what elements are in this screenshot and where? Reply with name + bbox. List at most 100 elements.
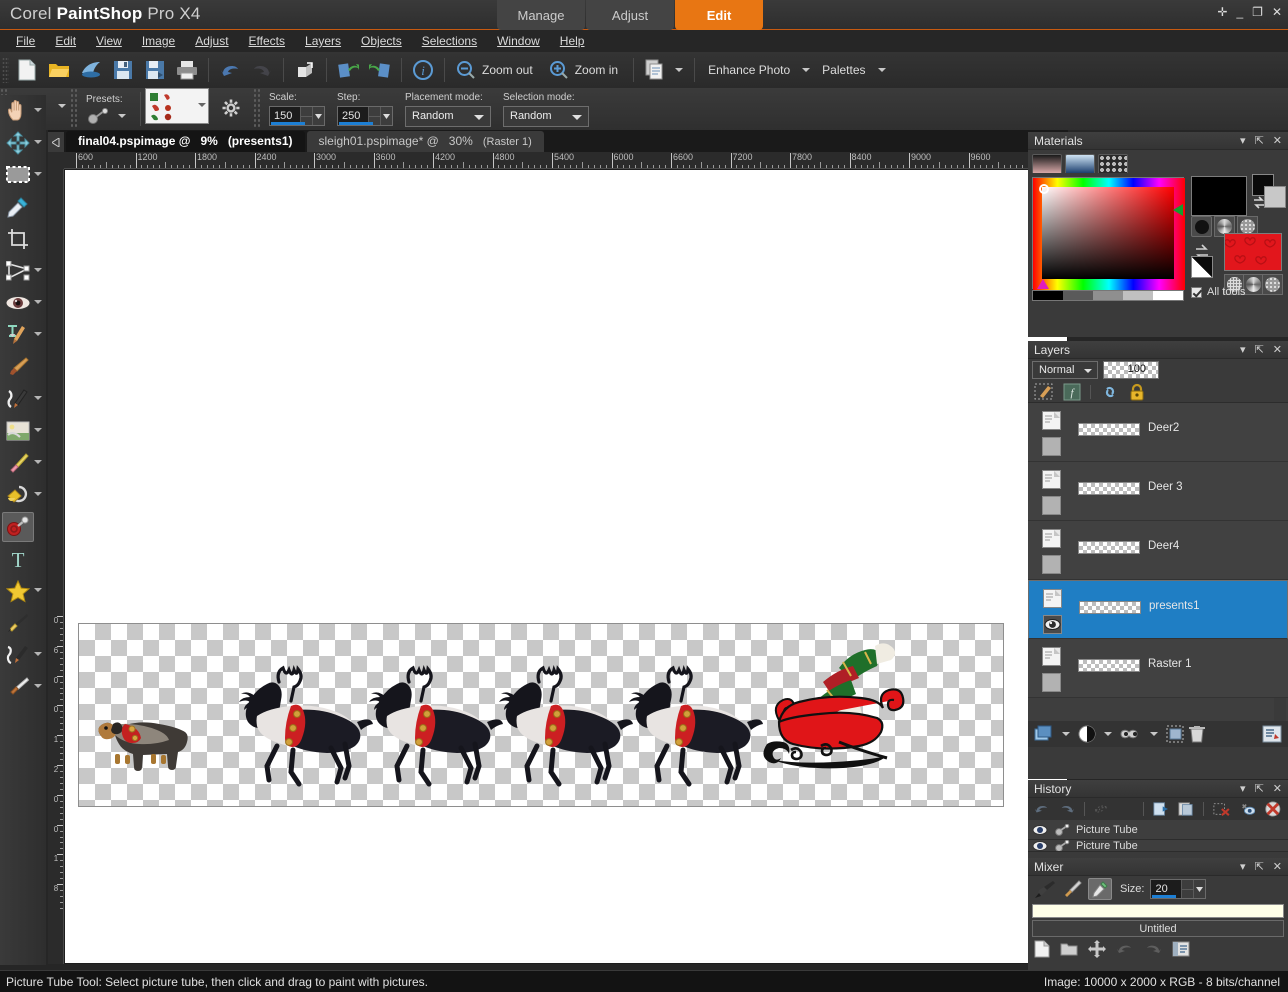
resize-button[interactable] [289,54,321,86]
tool-smudge-chevron-down-icon[interactable] [34,396,42,400]
tool-perspective-chevron-down-icon[interactable] [34,268,42,272]
open-button[interactable] [43,54,75,86]
tool-selection-chevron-down-icon[interactable] [34,172,42,176]
new-image-button[interactable] [11,54,43,86]
layer-visibility-toggle[interactable] [1043,615,1062,634]
tool-shape[interactable] [0,575,46,607]
mixer-properties-icon[interactable] [1172,941,1190,957]
mixer-open-page-icon[interactable] [1060,941,1078,957]
blend-mode-select[interactable]: Normal [1032,361,1098,379]
layer-properties-icon[interactable] [1262,725,1282,743]
print-button[interactable] [171,54,203,86]
mixer-size-down[interactable] [1182,890,1193,899]
layer-visibility-toggle[interactable] [1042,673,1061,692]
mixer-size-dropdown[interactable] [1193,880,1206,898]
palettes-chevron-down-icon[interactable] [877,68,886,72]
enhance-photo-button[interactable]: Enhance Photo [700,63,816,77]
step-spin-up[interactable] [369,107,380,117]
workspace-tab-adjust[interactable]: Adjust [586,0,674,30]
tool-dropper[interactable] [0,191,46,223]
mixer-pin-icon[interactable]: ⇱ [1255,860,1264,873]
swap-colors-icon[interactable] [1252,196,1266,210]
foreground-swatch[interactable] [1191,176,1247,216]
history-undo-icon[interactable] [1034,802,1050,816]
all-tools-checkbox[interactable] [1191,286,1202,298]
menu-effects[interactable]: Effects [239,32,295,50]
layer-mask-icon[interactable] [1034,383,1054,401]
image-sheet[interactable] [65,170,1067,963]
tool-pan[interactable] [0,95,46,127]
link-chain-icon[interactable] [1100,384,1120,400]
merge-layers-icon[interactable] [1166,725,1184,743]
layer-row[interactable]: Raster 1 [1028,639,1288,698]
save-as-button[interactable] [139,54,171,86]
scale-spin-down[interactable] [301,117,312,126]
history-visibility-eye-icon[interactable] [1032,824,1048,836]
new-raster-layer-icon[interactable] [1034,725,1054,743]
layer-visibility-toggle[interactable] [1042,437,1061,456]
adjustment-layer-icon[interactable] [1078,725,1096,743]
palettes-button[interactable]: Palettes [816,63,891,77]
tool-text[interactable]: T [0,543,46,575]
layer-row[interactable]: Deer4 [1028,521,1288,580]
restore-icon[interactable]: ❐ [1252,6,1263,18]
canvas-area[interactable]: 600 1200 1800 2400 3000 3600 4200 4800 5400 6000 6… [48,152,1068,964]
mixer-new-page-icon[interactable] [1034,940,1050,958]
background-mini-swatch[interactable] [1264,186,1286,208]
mixer-redo-icon[interactable] [1144,942,1162,956]
menu-adjust[interactable]: Adjust [185,32,238,50]
tool-red-eye[interactable] [0,287,46,319]
pan-tool-chevron-down-icon[interactable] [58,104,66,108]
document-tab-sleigh01[interactable]: sleigh01.pspimage* @ 30% (Raster 1) [306,131,544,152]
layer-visibility-toggle[interactable] [1042,496,1061,515]
materials-pin-icon[interactable]: ⇱ [1255,134,1264,147]
tool-mesh-warp[interactable] [0,671,46,703]
menu-image[interactable]: Image [132,32,185,50]
new-layer-chevron-down-icon[interactable] [1062,732,1070,736]
duplicate-button[interactable] [639,54,689,86]
menu-layers[interactable]: Layers [295,32,351,50]
tool-picture-tube[interactable] [0,415,46,447]
tool-tube-active[interactable] [0,511,46,543]
lock-icon[interactable] [1129,383,1145,401]
minimize-icon[interactable]: _ [1236,6,1243,18]
tool-mesh-warp-chevron-down-icon[interactable] [34,684,42,688]
menu-view[interactable]: View [86,32,132,50]
transparent-image-band[interactable] [78,623,1004,807]
preset-icon[interactable] [86,108,112,124]
menu-edit[interactable]: Edit [45,32,86,50]
scale-spin-up[interactable] [301,107,312,117]
menu-file[interactable]: File [6,32,45,50]
presets-grip[interactable] [70,88,78,128]
materials-tab-rainbow[interactable] [1065,154,1095,173]
rotate-left-button[interactable] [332,54,364,86]
layer-effects-icon[interactable]: f [1063,383,1081,401]
browse-button[interactable] [75,54,107,86]
mixer-size-spin-buttons[interactable] [1181,880,1194,899]
bw-swatch[interactable] [1191,256,1213,278]
tool-pen[interactable] [0,607,46,639]
mixer-brush-icon[interactable] [1034,879,1056,899]
mixer-undo-icon[interactable] [1116,942,1134,956]
history-visibility-eye-icon-2[interactable] [1032,840,1048,852]
undo-button[interactable] [214,54,246,86]
step-spin-down[interactable] [369,117,380,126]
help-grid-icon[interactable]: ✛ [1217,6,1227,18]
adjustment-chevron-down-icon[interactable] [1104,732,1112,736]
menu-window[interactable]: Window [487,32,550,50]
horizontal-ruler[interactable]: 600 1200 1800 2400 3000 3600 4200 4800 5400 6000 6… [64,152,1068,169]
tool-flood-fill-chevron-down-icon[interactable] [34,492,42,496]
redo-button[interactable] [246,54,278,86]
tool-picture-tube-chevron-down-icon[interactable] [34,428,42,432]
save-quickscript-icon[interactable] [1178,801,1194,817]
undo-all-icon[interactable] [1213,801,1231,817]
tab-scroll-left-button[interactable] [48,132,64,152]
mixer-dropper-button[interactable] [1088,878,1112,900]
background-swatch[interactable] [1224,233,1282,271]
layer-thumbnail[interactable] [1042,470,1061,489]
tool-makeover-chevron-down-icon[interactable] [34,332,42,336]
color-picker-wheel[interactable] [1032,177,1185,290]
history-menu-chevron-down-icon[interactable]: ▾ [1240,782,1246,795]
tool-smudge[interactable] [0,383,46,415]
layer-thumbnail[interactable] [1043,589,1062,608]
